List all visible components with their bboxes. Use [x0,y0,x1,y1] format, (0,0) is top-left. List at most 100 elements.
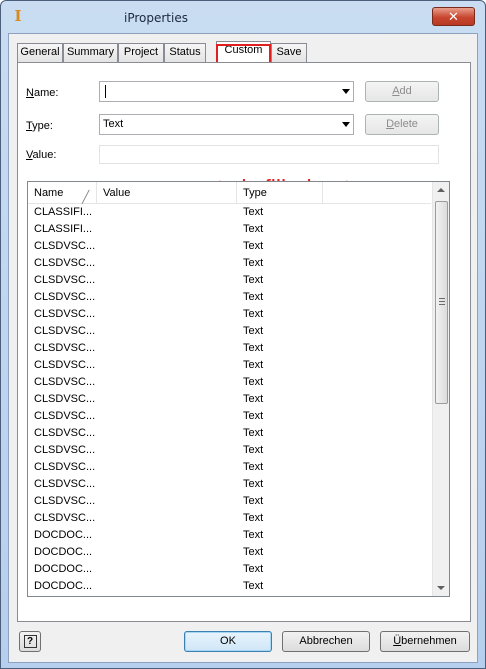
chevron-down-icon[interactable] [342,122,350,127]
cell-name: CLSDVSC... [34,359,96,371]
cell-name: CLSDVSC... [34,427,96,439]
cell-name: CLSDVSC... [34,308,96,320]
cell-type: Text [243,444,264,456]
table-row[interactable]: CLSDVSC... Text [28,408,431,425]
table-row[interactable]: CLASSIFI... Text [28,204,431,221]
cell-name: CLSDVSC... [34,478,96,490]
tab-status[interactable]: Status [164,43,206,62]
cell-type: Text [243,427,264,439]
column-label: Name [34,187,64,199]
type-combo[interactable]: Text [99,114,354,135]
cell-type: Text [243,546,264,558]
add-button[interactable]: Add [365,81,439,102]
cell-name: CLSDVSC... [34,410,96,422]
tab-summary[interactable]: Summary [63,43,118,62]
tab-label: Status [169,46,201,58]
ok-label: OK [220,635,236,647]
list-rows: CLASSIFI... Text CLASSIFI... Text CLSDVSC...… [28,204,431,595]
table-row[interactable]: CLSDVSC... Text [28,255,431,272]
cell-name: CLSDVSC... [34,274,96,286]
column-label: Type [243,187,267,199]
table-row[interactable]: DOCDOC... Text [28,561,431,578]
cell-name: DOCDOC... [34,563,93,575]
cell-name: CLSDVSC... [34,444,96,456]
table-row[interactable]: CLSDVSC... Text [28,357,431,374]
scroll-up-icon[interactable] [437,188,445,192]
table-row[interactable]: CLSDVSC... Text [28,272,431,289]
name-label: Name: [26,87,59,99]
table-row[interactable]: DOCDOC... Text [28,544,431,561]
cancel-button[interactable]: Abbrechen [282,631,370,652]
type-value: Text [103,118,124,130]
cell-type: Text [243,240,264,252]
table-row[interactable]: DOCDOC... Text [28,527,431,544]
cell-name: CLSDVSC... [34,240,96,252]
table-row[interactable]: CLSDVSC... Text [28,289,431,306]
help-button[interactable]: ? [19,631,41,652]
close-button[interactable]: ✕ [432,7,475,26]
cell-type: Text [243,291,264,303]
table-row[interactable]: CLSDVSC... Text [28,510,431,527]
value-input[interactable] [99,145,439,164]
cell-type: Text [243,495,264,507]
table-row[interactable]: CLASSIFI... Text [28,221,431,238]
table-row[interactable]: CLSDVSC... Text [28,238,431,255]
chevron-down-icon[interactable] [342,89,350,94]
cell-type: Text [243,274,264,286]
column-label: Value [103,187,131,199]
table-row[interactable]: CLSDVSC... Text [28,391,431,408]
cell-name: CLSDVSC... [34,257,96,269]
table-row[interactable]: CLSDVSC... Text [28,459,431,476]
custom-properties-list[interactable]: Name ╱ Value Type CLASSIFI... Text CLASSIFI… [27,181,450,597]
table-row[interactable]: CLSDVSC... Text [28,374,431,391]
window-title: iProperties [124,11,188,25]
apply-button[interactable]: Übernehmen [380,631,470,652]
name-combo[interactable] [99,81,354,102]
cell-name: DOCDOC... [34,529,93,541]
column-header-filler [323,182,431,204]
cell-name: DOCDOC... [34,580,93,592]
vertical-scrollbar[interactable] [432,182,449,596]
iproperties-dialog: I iProperties ✕ General Summary Project … [0,0,486,669]
cell-type: Text [243,393,264,405]
table-row[interactable]: CLSDVSC... Text [28,476,431,493]
ok-button[interactable]: OK [184,631,272,652]
tab-project[interactable]: Project [118,43,164,62]
table-row[interactable]: CLSDVSC... Text [28,340,431,357]
column-header-value[interactable]: Value [97,182,237,204]
cell-name: CLSDVSC... [34,342,96,354]
cell-type: Text [243,563,264,575]
column-header-name[interactable]: Name ╱ [28,182,97,204]
cell-type: Text [243,461,264,473]
column-header-type[interactable]: Type [237,182,323,204]
cell-type: Text [243,376,264,388]
table-row[interactable]: CLSDVSC... Text [28,493,431,510]
cell-name: CLSDVSC... [34,512,96,524]
help-icon: ? [23,635,37,648]
cell-type: Text [243,580,264,592]
cell-name: CLSDVSC... [34,291,96,303]
cell-type: Text [243,359,264,371]
cell-type: Text [243,478,264,490]
table-row[interactable]: CLSDVSC... Text [28,323,431,340]
cell-name: CLSDVSC... [34,461,96,473]
cell-type: Text [243,308,264,320]
cell-type: Text [243,410,264,422]
grip-icon [439,298,445,305]
tab-general[interactable]: General [17,43,63,62]
scrollbar-thumb[interactable] [435,201,448,404]
table-row[interactable]: DOCDOC... Text [28,578,431,595]
dialog-client-area: General Summary Project Status Custom Sa… [8,33,478,663]
table-row[interactable]: CLSDVSC... Text [28,425,431,442]
cell-type: Text [243,223,264,235]
cell-type: Text [243,325,264,337]
cell-type: Text [243,529,264,541]
text-caret [105,85,106,98]
delete-button[interactable]: Delete [365,114,439,135]
tab-save[interactable]: Save [271,43,307,62]
scroll-down-icon[interactable] [437,586,445,590]
table-row[interactable]: CLSDVSC... Text [28,306,431,323]
custom-tab-panel: Name: Add Type: Text Delete Value: every… [17,62,471,622]
title-bar[interactable]: I iProperties ✕ [1,1,485,33]
table-row[interactable]: CLSDVSC... Text [28,442,431,459]
